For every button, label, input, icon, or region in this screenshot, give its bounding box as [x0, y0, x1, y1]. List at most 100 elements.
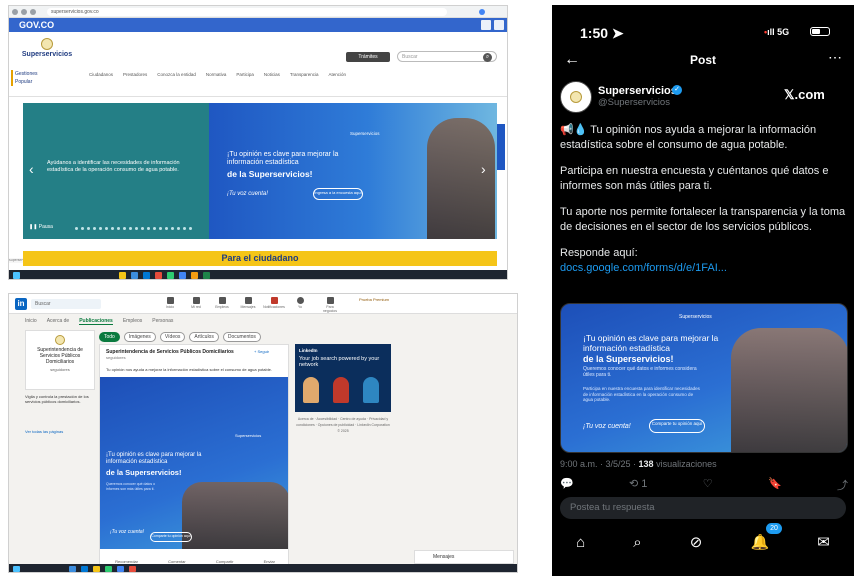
see-all-link[interactable]: Ver todas las páginas: [25, 429, 63, 434]
superservicios-logo[interactable]: Superservicios: [21, 38, 73, 58]
menu-item[interactable]: Prestadores: [123, 72, 147, 77]
forward-icon[interactable]: [21, 9, 27, 15]
menu-item[interactable]: Transparencia: [290, 72, 319, 77]
tab-posts[interactable]: Publicaciones: [79, 318, 113, 325]
reload-icon[interactable]: [30, 9, 36, 15]
grok-icon[interactable]: ⊘: [690, 533, 703, 551]
app-icon[interactable]: [119, 272, 126, 279]
tab-jobs[interactable]: Empleos: [123, 318, 142, 325]
tweet-paragraph: Tu aporte nos permite fortalecer la tran…: [560, 206, 846, 233]
x-phone-screen: 1:50 ➤ •ıll 5G ← Post ⋯ Superservicios ✓…: [552, 5, 854, 576]
chevron-left-icon[interactable]: ‹: [29, 161, 34, 177]
repost-icon[interactable]: ⟲ 1: [629, 477, 647, 493]
pause-button[interactable]: ❚❚ Pausa: [29, 224, 53, 230]
search-input[interactable]: Buscar: [397, 51, 497, 62]
user-handle[interactable]: @Superservicios: [598, 97, 670, 108]
tramites-button[interactable]: Trámites: [346, 52, 390, 62]
chrome-icon[interactable]: [179, 272, 186, 279]
banner-headline: ¡Tu opinión es clave para mejorar la inf…: [227, 151, 339, 166]
search-icon[interactable]: ⌕: [633, 534, 641, 551]
reply-input[interactable]: Postea tu respuesta: [560, 497, 846, 519]
govco-browser-window: superservicios.gov.co GOV.CO Superservic…: [8, 5, 508, 280]
nav-me[interactable]: Yo: [289, 297, 311, 309]
user-name[interactable]: Superservicios: [598, 85, 677, 97]
ad-card[interactable]: LinkedIn Your job search powered by your…: [295, 344, 391, 412]
app-icon[interactable]: [155, 272, 162, 279]
menu-item[interactable]: Participa: [236, 72, 254, 77]
app-icon[interactable]: [191, 272, 198, 279]
filter-all[interactable]: Todo: [99, 332, 120, 342]
app-icon[interactable]: [81, 566, 88, 572]
reply-icon[interactable]: 💬: [560, 477, 574, 493]
app-icon[interactable]: [143, 272, 150, 279]
search-icon[interactable]: ⌕: [483, 53, 492, 62]
search-input[interactable]: Buscar: [31, 299, 101, 309]
app-icon[interactable]: [129, 566, 136, 572]
app-icon[interactable]: [93, 566, 100, 572]
filter-images[interactable]: Imágenes: [123, 332, 156, 342]
menu-item[interactable]: Ciudadanos: [89, 72, 113, 77]
more-icon[interactable]: ⋯: [828, 49, 842, 66]
banner-logo: Superservicios: [350, 131, 380, 136]
survey-button[interactable]: Ingresa a la encuesta aquí: [313, 188, 363, 200]
premium-link[interactable]: Prueba Premium: [349, 297, 399, 302]
menu-item[interactable]: Atención: [328, 72, 346, 77]
woman-at-sink-photo: [427, 118, 495, 239]
bell-icon[interactable]: 🔔: [750, 533, 769, 551]
back-icon[interactable]: [12, 9, 18, 15]
menu-item[interactable]: Normativa: [206, 72, 227, 77]
excel-icon[interactable]: [203, 272, 210, 279]
tab-about[interactable]: Acerca de: [47, 318, 70, 325]
filter-videos[interactable]: Vídeos: [159, 332, 186, 342]
mail-icon[interactable]: ✉: [817, 533, 830, 551]
sidenav-item[interactable]: Gestiones: [13, 70, 41, 78]
menu-item[interactable]: Conozca la entidad: [157, 72, 196, 77]
chrome-icon[interactable]: [117, 566, 124, 572]
start-icon[interactable]: [13, 566, 20, 572]
language-icon[interactable]: [494, 20, 504, 30]
tab-home[interactable]: Inicio: [25, 318, 37, 325]
nav-home[interactable]: Inicio: [159, 297, 181, 309]
woman-at-sink-photo: [182, 482, 288, 549]
menu-item[interactable]: Noticias: [264, 72, 280, 77]
filter-documents[interactable]: Documentos: [222, 332, 261, 342]
org-card[interactable]: Superintendencia de Servicios Públicos D…: [25, 330, 95, 390]
post-image[interactable]: Superservicios ¡Tu opinión es clave para…: [100, 377, 288, 549]
govco-logo[interactable]: GOV.CO: [19, 20, 54, 30]
linkedin-logo[interactable]: in: [15, 298, 27, 310]
like-icon[interactable]: ♡: [703, 477, 713, 493]
nav-messages[interactable]: Mensajes: [237, 297, 259, 309]
verified-icon: ✓: [672, 85, 682, 95]
sidenav-item[interactable]: Popular: [13, 78, 41, 86]
home-icon[interactable]: ⌂: [576, 534, 585, 551]
accessibility-icon[interactable]: [481, 20, 491, 30]
address-bar[interactable]: superservicios.gov.co: [47, 8, 447, 16]
share-icon[interactable]: ⤴: [837, 477, 848, 493]
nav-jobs[interactable]: Empleos: [211, 297, 233, 309]
app-icon[interactable]: [131, 272, 138, 279]
app-icon[interactable]: [105, 566, 112, 572]
tweet-paragraph: 📢💧 Tu opinión nos ayuda a mejorar la inf…: [560, 124, 817, 151]
nav-notifications[interactable]: Notificaciones: [263, 297, 285, 309]
survey-link[interactable]: docs.google.com/forms/d/e/1FAI...: [560, 262, 727, 274]
accessibility-toolbar[interactable]: [497, 124, 505, 170]
bookmark-icon[interactable]: 🔖: [768, 477, 782, 493]
start-icon[interactable]: [13, 272, 20, 279]
nav-label: Notificaciones: [263, 305, 285, 309]
messaging-bar[interactable]: Mensajes: [414, 550, 514, 564]
hero-carousel[interactable]: ‹ › Ayúdanos a identificar las necesidad…: [23, 103, 497, 239]
tweet-media[interactable]: Superservicios ¡Tu opinión es clave para…: [560, 303, 848, 453]
filter-articles[interactable]: Artículos: [189, 332, 219, 342]
nav-business[interactable]: Para negocios: [319, 297, 341, 313]
carousel-dots[interactable]: [75, 227, 192, 230]
footer-links[interactable]: Acerca de · Accesibilidad · Centro de ay…: [295, 416, 391, 434]
nav-network[interactable]: Mi red: [185, 297, 207, 309]
avatar[interactable]: [560, 81, 592, 113]
app-icon[interactable]: [167, 272, 174, 279]
image-tagline: ¡Tu voz cuenta!: [110, 529, 145, 535]
follow-button[interactable]: + Seguir: [254, 349, 269, 354]
app-icon[interactable]: [69, 566, 76, 572]
tab-people[interactable]: Personas: [152, 318, 173, 325]
chevron-right-icon[interactable]: ›: [481, 161, 486, 177]
profile-icon[interactable]: [479, 9, 485, 15]
